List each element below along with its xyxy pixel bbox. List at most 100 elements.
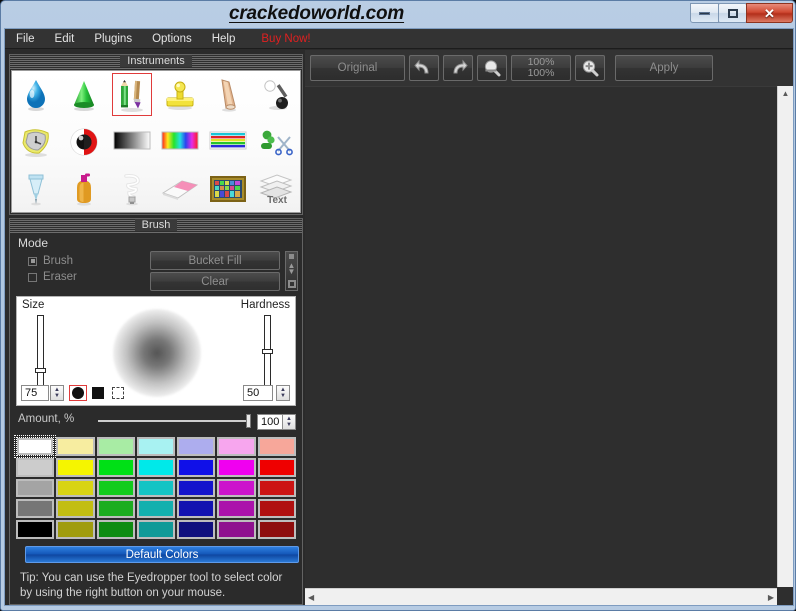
color-swatch[interactable] xyxy=(177,457,216,477)
instrument-water-drop-tool[interactable] xyxy=(12,71,60,118)
instrument-layers-text-tool[interactable]: Text xyxy=(252,165,300,212)
menu-item-file[interactable]: File xyxy=(7,30,44,48)
amount-spinner[interactable]: ▲ ▼ xyxy=(282,414,296,430)
color-swatch[interactable] xyxy=(16,499,55,519)
instrument-pencil-brush-tool[interactable] xyxy=(108,71,156,118)
size-value-field[interactable]: 75 xyxy=(21,385,49,401)
color-swatch[interactable] xyxy=(96,437,135,456)
color-swatch[interactable] xyxy=(257,478,296,498)
color-swatch[interactable] xyxy=(217,520,256,539)
menu-item-plugins[interactable]: Plugins xyxy=(85,30,141,48)
hardness-spinner[interactable]: ▲ ▼ xyxy=(276,385,290,401)
instrument-cone-tool[interactable] xyxy=(60,71,108,118)
size-spinner[interactable]: ▲ ▼ xyxy=(50,385,64,401)
instrument-gradient-tool[interactable] xyxy=(108,118,156,165)
instrument-color-stripes-tool[interactable] xyxy=(204,118,252,165)
color-swatch[interactable] xyxy=(56,437,95,456)
instrument-smudge-tool[interactable] xyxy=(204,71,252,118)
color-swatch[interactable] xyxy=(136,520,176,539)
color-swatch[interactable] xyxy=(217,499,256,519)
instrument-invert-sphere-tool[interactable] xyxy=(60,118,108,165)
color-swatch[interactable] xyxy=(136,478,176,498)
color-swatch-fill xyxy=(58,501,93,517)
scrollbar-corner xyxy=(777,588,793,605)
color-swatch[interactable] xyxy=(136,457,176,477)
close-button[interactable]: ✕ xyxy=(746,3,793,23)
instrument-distort-clock-tool[interactable] xyxy=(12,118,60,165)
color-swatch[interactable] xyxy=(16,478,55,498)
menu-item-help[interactable]: Help xyxy=(203,30,245,48)
color-swatch[interactable] xyxy=(96,499,135,519)
scroll-up-arrow[interactable]: ▲ xyxy=(778,86,793,98)
amount-value-field[interactable]: 100 xyxy=(257,414,283,430)
color-swatch[interactable] xyxy=(177,478,216,498)
default-colors-button[interactable]: Default Colors xyxy=(25,546,299,563)
brush-shape-dashed-button[interactable] xyxy=(109,385,127,401)
color-swatch[interactable] xyxy=(257,520,296,539)
color-swatch[interactable] xyxy=(217,457,256,477)
instrument-stamp-tool[interactable] xyxy=(156,71,204,118)
redo-button[interactable] xyxy=(443,55,473,81)
amount-slider-thumb[interactable] xyxy=(246,414,251,428)
color-swatch-fill xyxy=(179,480,214,496)
color-swatch[interactable] xyxy=(56,499,95,519)
zoom-out-button[interactable] xyxy=(477,55,507,81)
clear-button[interactable]: Clear xyxy=(150,272,280,291)
color-swatch[interactable] xyxy=(56,520,95,539)
instrument-bulb-tool[interactable] xyxy=(108,165,156,212)
size-slider[interactable] xyxy=(35,315,46,387)
undo-button[interactable] xyxy=(409,55,439,81)
color-swatch[interactable] xyxy=(96,520,135,539)
color-swatch[interactable] xyxy=(96,478,135,498)
color-swatch[interactable] xyxy=(257,457,296,477)
menu-item-buy-now[interactable]: Buy Now! xyxy=(252,30,319,48)
hardness-slider-thumb[interactable] xyxy=(262,349,273,354)
color-swatch[interactable] xyxy=(257,437,296,456)
instrument-picture-frame-tool[interactable] xyxy=(204,165,252,212)
menu-item-options[interactable]: Options xyxy=(143,30,201,48)
color-swatch[interactable] xyxy=(217,478,256,498)
instrument-scissors-tool[interactable] xyxy=(252,118,300,165)
color-swatch[interactable] xyxy=(136,437,176,456)
hardness-value-field[interactable]: 50 xyxy=(243,385,273,401)
original-button[interactable]: Original xyxy=(310,55,405,81)
color-swap-control[interactable]: ▲ ▼ xyxy=(285,251,298,291)
color-swatch[interactable] xyxy=(177,437,216,456)
zoom-in-button[interactable] xyxy=(575,55,605,81)
bucket-fill-button[interactable]: Bucket Fill xyxy=(150,251,280,270)
color-swatch[interactable] xyxy=(96,457,135,477)
maximize-button[interactable] xyxy=(718,3,747,23)
instrument-syringe-tool[interactable] xyxy=(12,165,60,212)
color-swatch[interactable] xyxy=(177,520,216,539)
hardness-slider[interactable] xyxy=(262,315,273,387)
instrument-bottle-tool[interactable] xyxy=(60,165,108,212)
minimize-icon xyxy=(699,11,710,15)
scroll-right-arrow[interactable]: ▶ xyxy=(765,593,777,602)
color-swatch[interactable] xyxy=(136,499,176,519)
apply-button[interactable]: Apply xyxy=(615,55,713,81)
color-swatch[interactable] xyxy=(13,435,57,458)
minimize-button[interactable] xyxy=(690,3,719,23)
vertical-scrollbar[interactable]: ▲ xyxy=(777,86,793,587)
instrument-spectrum-tool[interactable] xyxy=(156,118,204,165)
brush-shape-round-button[interactable] xyxy=(69,385,87,401)
image-canvas[interactable] xyxy=(305,86,777,588)
menu-item-edit[interactable]: Edit xyxy=(46,30,84,48)
radio-brush-mode[interactable]: Brush xyxy=(28,255,73,267)
radio-eraser-mode[interactable]: Eraser xyxy=(28,271,77,283)
size-slider-thumb[interactable] xyxy=(35,368,46,373)
color-swatch[interactable] xyxy=(56,457,95,477)
zoom-level-indicator[interactable]: 100% 100% xyxy=(511,55,571,81)
color-swatch[interactable] xyxy=(16,520,55,539)
horizontal-scrollbar[interactable]: ◀ ▶ xyxy=(305,588,777,605)
color-swatch[interactable] xyxy=(56,478,95,498)
color-swatch[interactable] xyxy=(217,437,256,456)
amount-slider-track[interactable] xyxy=(98,420,250,422)
instrument-eraser-tool[interactable] xyxy=(156,165,204,212)
color-swatch[interactable] xyxy=(257,499,296,519)
color-swatch[interactable] xyxy=(16,457,55,477)
instrument-dodge-burn-tool[interactable] xyxy=(252,71,300,118)
color-swatch[interactable] xyxy=(177,499,216,519)
scroll-left-arrow[interactable]: ◀ xyxy=(305,593,317,602)
brush-shape-square-button[interactable] xyxy=(89,385,107,401)
